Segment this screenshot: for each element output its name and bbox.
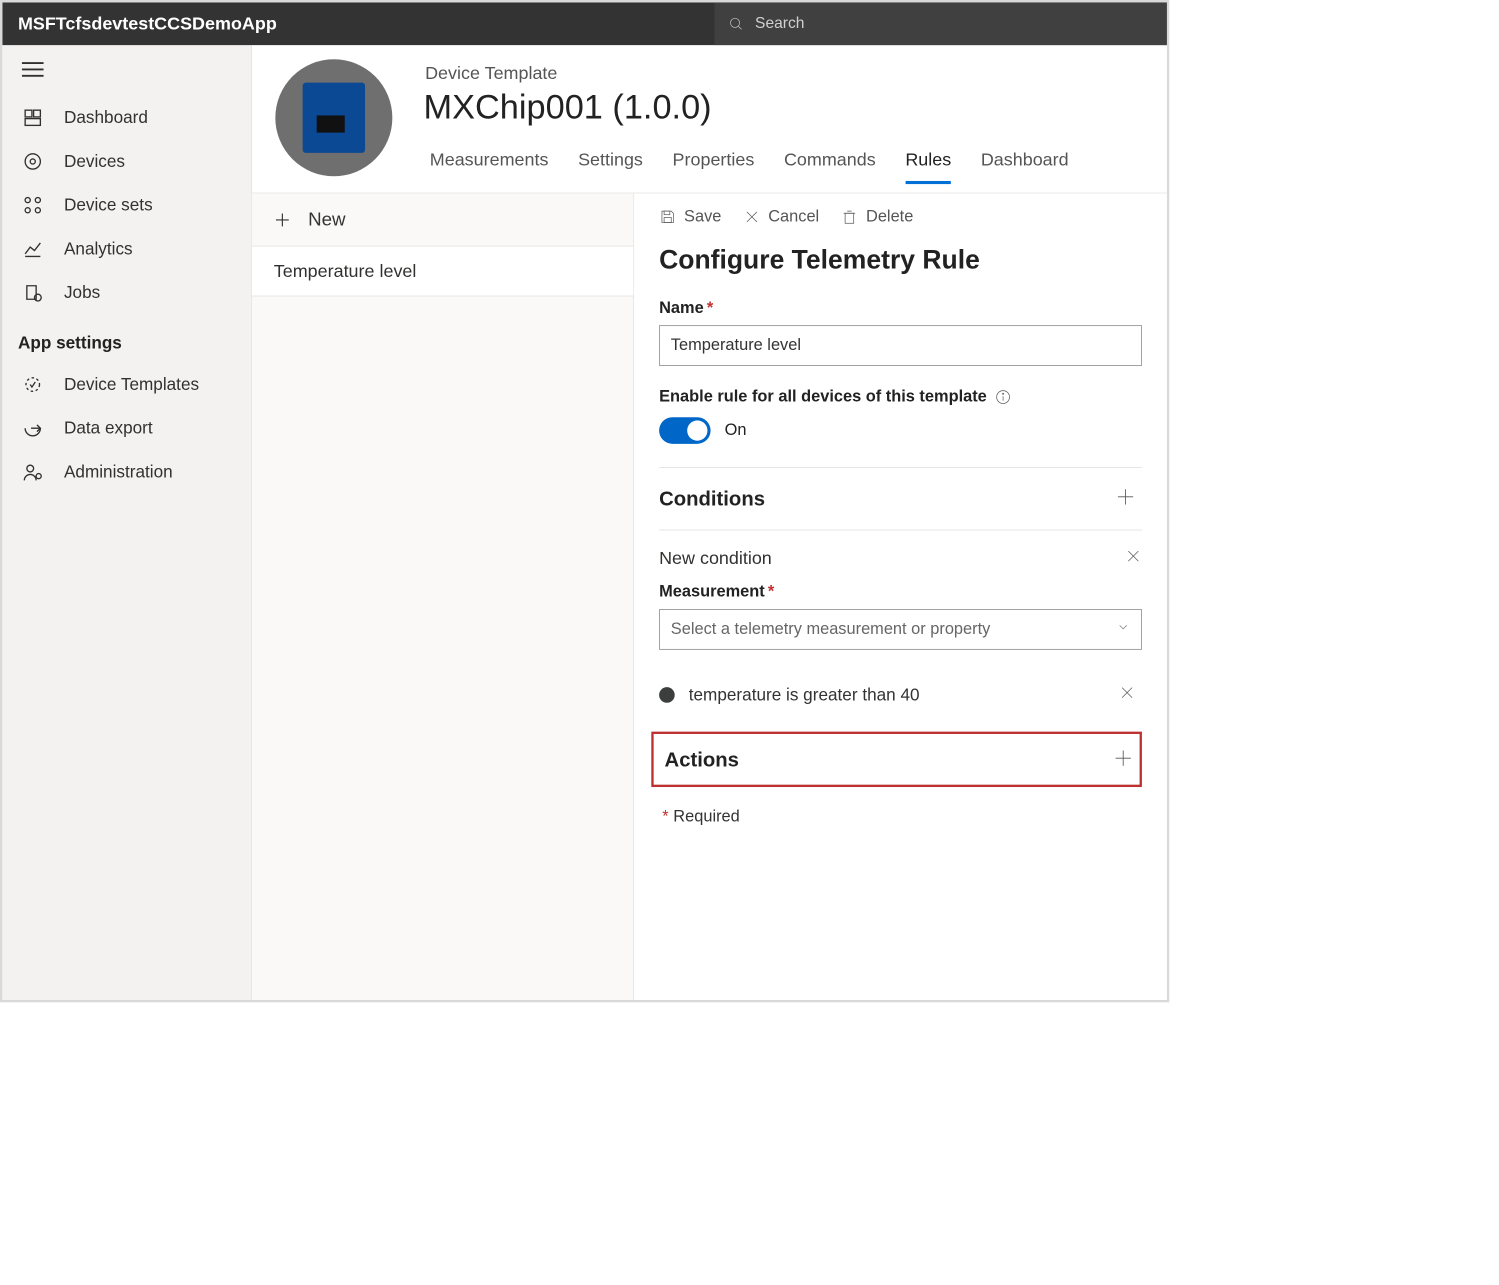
page-title: MXChip001 (1.0.0) [424,88,1167,127]
chevron-down-icon [1116,620,1130,639]
devices-icon [22,151,44,173]
add-action-button[interactable] [1113,748,1133,772]
actions-title: Actions [665,748,739,772]
device-sets-icon [22,194,44,216]
remove-existing-condition-button[interactable] [1119,684,1136,705]
measurement-select[interactable]: Select a telemetry measurement or proper… [659,609,1142,650]
condition-status-dot [659,687,675,703]
save-button[interactable]: Save [659,207,721,226]
sidebar-item-label: Jobs [64,282,100,302]
new-rule-label: New [308,209,345,231]
existing-condition-row[interactable]: temperature is greater than 40 [659,664,1142,726]
search-icon [729,16,745,32]
measurement-label: Measurement* [659,583,1142,602]
sidebar-item-analytics[interactable]: Analytics [2,227,251,271]
analytics-icon [22,238,44,260]
tab-properties[interactable]: Properties [673,149,755,184]
tab-bar: Measurements Settings Properties Command… [424,149,1167,184]
actions-header: Actions [660,734,1133,785]
sidebar: Dashboard Devices Device sets Analytics … [2,45,252,1000]
sidebar-item-label: Device Templates [64,374,199,394]
sidebar-item-devices[interactable]: Devices [2,140,251,184]
data-export-icon [22,417,44,439]
info-icon[interactable] [995,388,1012,405]
enable-rule-toggle[interactable] [659,417,710,444]
hamburger-button[interactable] [2,53,251,96]
search-box[interactable]: Search [714,2,1166,45]
device-templates-icon [22,374,44,396]
rules-list-pane: New Temperature level [252,193,634,1000]
trash-icon [841,208,858,225]
toggle-state-label: On [725,421,747,440]
dashboard-icon [22,107,44,129]
administration-icon [22,461,44,483]
tab-settings[interactable]: Settings [578,149,643,184]
sidebar-item-label: Device sets [64,195,153,215]
enable-rule-label: Enable rule for all devices of this temp… [659,388,1142,407]
rule-detail-pane: Save Cancel Delete Configure Telemetry R… [634,193,1167,1000]
tab-commands[interactable]: Commands [784,149,876,184]
tab-rules[interactable]: Rules [905,149,951,184]
rule-list-item[interactable]: Temperature level [252,246,633,296]
required-note: *Required [662,807,1142,826]
app-title: MSFTcfsdevtestCCSDemoApp [2,13,276,34]
rule-list-item-label: Temperature level [274,261,417,282]
sidebar-item-label: Data export [64,418,153,438]
add-condition-button[interactable] [1115,487,1135,511]
command-bar: Save Cancel Delete [659,193,1142,240]
measurement-placeholder: Select a telemetry measurement or proper… [671,620,991,639]
sidebar-item-label: Analytics [64,239,133,259]
actions-section-highlighted: Actions [651,732,1142,787]
sidebar-item-label: Devices [64,151,125,171]
sidebar-item-label: Dashboard [64,108,148,128]
jobs-icon [22,282,44,304]
sidebar-item-administration[interactable]: Administration [2,450,251,494]
existing-condition-text: temperature is greater than 40 [689,684,920,704]
template-header: Device Template MXChip001 (1.0.0) Measur… [252,45,1167,193]
breadcrumb: Device Template [425,62,1167,83]
sidebar-item-device-sets[interactable]: Device sets [2,183,251,227]
delete-button[interactable]: Delete [841,207,913,226]
close-icon [743,208,760,225]
sidebar-item-label: Administration [64,462,173,482]
tab-measurements[interactable]: Measurements [430,149,549,184]
name-label: Name* [659,299,1142,318]
plus-icon [274,211,291,228]
sidebar-item-device-templates[interactable]: Device Templates [2,363,251,407]
template-avatar [275,59,392,176]
topbar: MSFTcfsdevtestCCSDemoApp Search [2,2,1167,45]
hamburger-icon [22,61,44,78]
search-placeholder: Search [755,15,804,33]
sidebar-item-data-export[interactable]: Data export [2,406,251,450]
cancel-button[interactable]: Cancel [743,207,819,226]
sidebar-group-label: App settings [2,314,251,362]
conditions-title: Conditions [659,487,765,511]
new-condition-card: New condition Measurement* Select a tele… [659,530,1142,664]
sidebar-item-dashboard[interactable]: Dashboard [2,96,251,140]
new-condition-title: New condition [659,548,772,569]
new-rule-button[interactable]: New [252,193,633,246]
tab-dashboard[interactable]: Dashboard [981,149,1069,184]
save-icon [659,208,676,225]
name-input[interactable] [659,325,1142,366]
remove-new-condition-button[interactable] [1125,548,1142,569]
panel-title: Configure Telemetry Rule [659,245,1142,275]
sidebar-item-jobs[interactable]: Jobs [2,271,251,315]
conditions-header: Conditions [659,468,1142,530]
